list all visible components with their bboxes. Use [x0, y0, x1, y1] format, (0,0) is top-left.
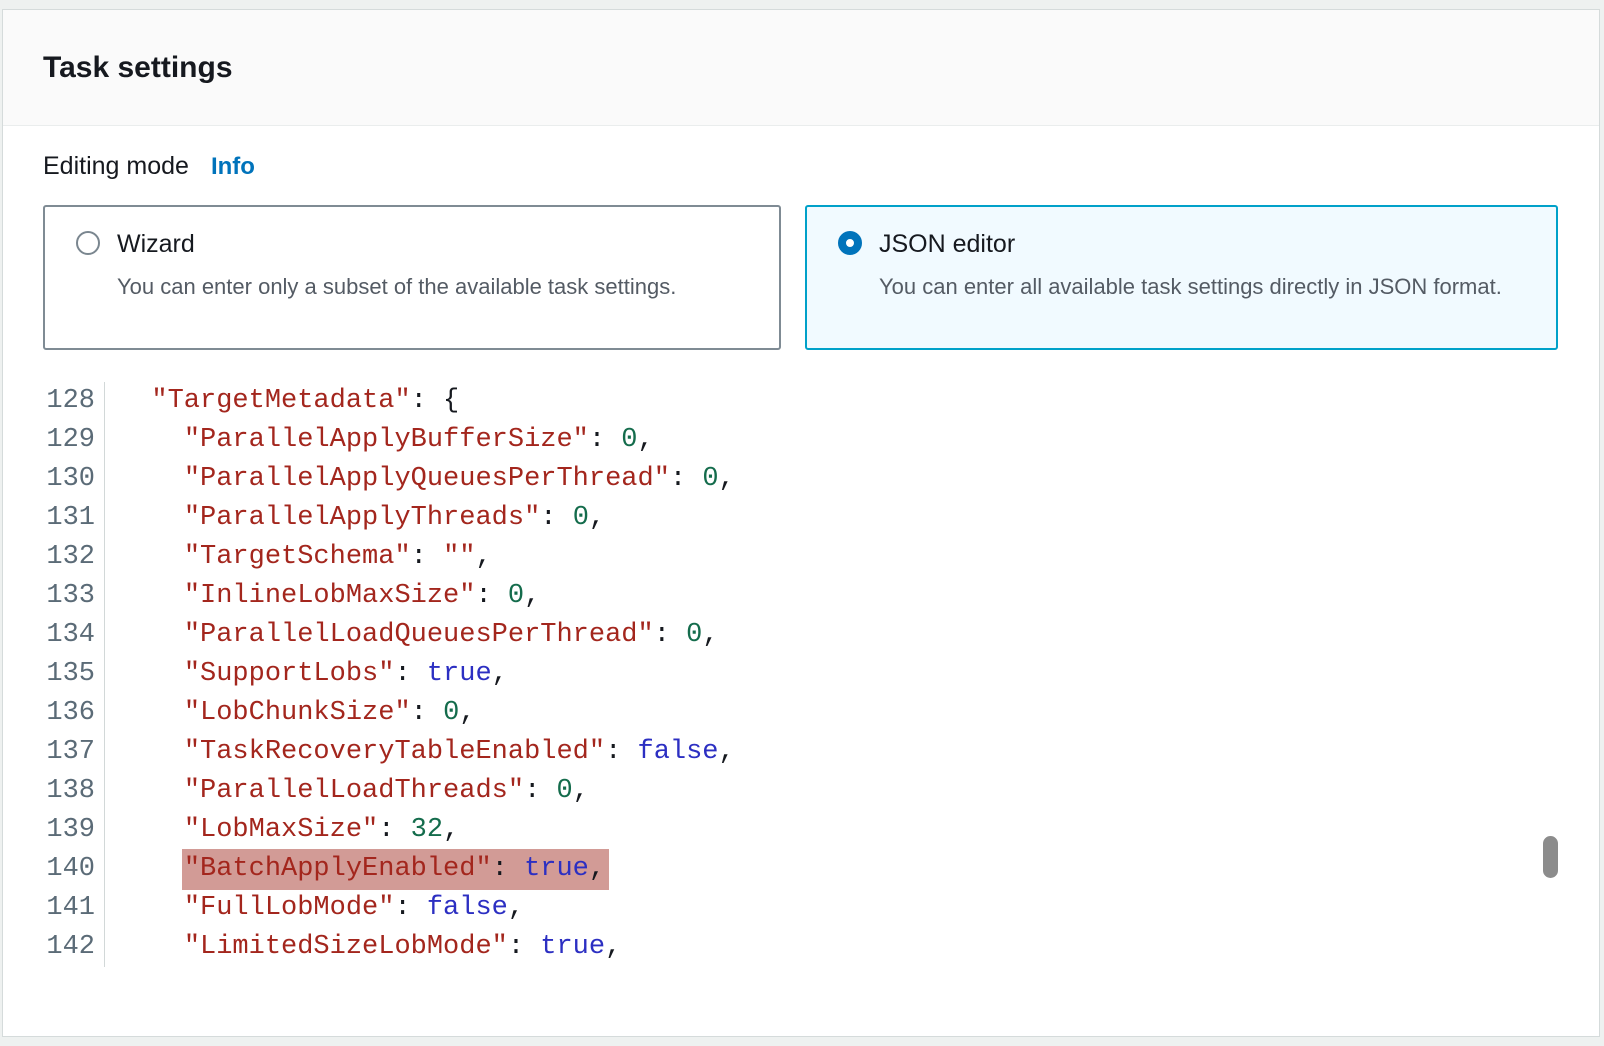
line-number: 134 [3, 616, 105, 655]
editor-line[interactable]: 135 "SupportLobs": true, [3, 655, 1563, 694]
code-text: "ParallelApplyThreads": 0, [105, 499, 605, 538]
option-description: You can enter all available task setting… [879, 268, 1504, 305]
code-text: "LobChunkSize": 0, [105, 694, 475, 733]
editor-line[interactable]: 130 "ParallelApplyQueuesPerThread": 0, [3, 460, 1563, 499]
line-number: 142 [3, 928, 105, 967]
option-label: JSON editor [879, 228, 1504, 260]
editor-line[interactable]: 140 "BatchApplyEnabled": true, [3, 850, 1563, 889]
code-text: "ParallelLoadQueuesPerThread": 0, [105, 616, 719, 655]
line-number: 131 [3, 499, 105, 538]
editor-line[interactable]: 138 "ParallelLoadThreads": 0, [3, 772, 1563, 811]
option-description: You can enter only a subset of the avail… [117, 268, 676, 305]
editor-line[interactable]: 129 "ParallelApplyBufferSize": 0, [3, 421, 1563, 460]
code-text: "FullLobMode": false, [105, 889, 524, 928]
editor-line[interactable]: 142 "LimitedSizeLobMode": true, [3, 928, 1563, 967]
editor-line[interactable]: 136 "LobChunkSize": 0, [3, 694, 1563, 733]
line-number: 130 [3, 460, 105, 499]
line-number: 141 [3, 889, 105, 928]
page-title: Task settings [43, 51, 233, 85]
code-text: "InlineLobMaxSize": 0, [105, 577, 540, 616]
line-number: 135 [3, 655, 105, 694]
option-tile-json-editor[interactable]: JSON editor You can enter all available … [805, 205, 1558, 350]
option-label: Wizard [117, 228, 676, 260]
editor-line[interactable]: 134 "ParallelLoadQueuesPerThread": 0, [3, 616, 1563, 655]
line-number: 132 [3, 538, 105, 577]
code-text: "ParallelApplyBufferSize": 0, [105, 421, 654, 460]
editing-mode-label: Editing mode [43, 152, 189, 181]
line-number: 129 [3, 421, 105, 460]
radio-icon[interactable] [76, 231, 100, 255]
code-text: "ParallelApplyQueuesPerThread": 0, [105, 460, 735, 499]
code-text: "TargetSchema": "", [105, 538, 492, 577]
line-number: 136 [3, 694, 105, 733]
code-text: "BatchApplyEnabled": true, [105, 850, 609, 889]
code-text: "LimitedSizeLobMode": true, [105, 928, 621, 967]
line-number: 128 [3, 382, 105, 421]
editor-line[interactable]: 128 "TargetMetadata": { [3, 382, 1563, 421]
editor-line[interactable]: 132 "TargetSchema": "", [3, 538, 1563, 577]
search-highlight: "BatchApplyEnabled": true, [182, 849, 609, 890]
info-link[interactable]: Info [211, 153, 255, 181]
editor-line[interactable]: 141 "FullLobMode": false, [3, 889, 1563, 928]
panel-header: Task settings [3, 10, 1599, 126]
panel-content: Editing mode Info Wizard You can enter o… [3, 126, 1599, 1035]
editor-line[interactable]: 131 "ParallelApplyThreads": 0, [3, 499, 1563, 538]
line-number: 139 [3, 811, 105, 850]
line-number: 137 [3, 733, 105, 772]
line-number: 140 [3, 850, 105, 889]
option-tile-wizard[interactable]: Wizard You can enter only a subset of th… [43, 205, 781, 350]
code-editor[interactable]: 128 "TargetMetadata": {129 "ParallelAppl… [3, 382, 1563, 967]
line-number: 138 [3, 772, 105, 811]
editing-mode-tiles: Wizard You can enter only a subset of th… [43, 205, 1558, 350]
scrollbar-thumb[interactable] [1543, 836, 1558, 878]
radio-icon[interactable] [838, 231, 862, 255]
task-settings-panel: Task settings Editing mode Info Wizard Y… [2, 9, 1600, 1037]
code-text: "ParallelLoadThreads": 0, [105, 772, 589, 811]
editor-line[interactable]: 133 "InlineLobMaxSize": 0, [3, 577, 1563, 616]
code-text: "LobMaxSize": 32, [105, 811, 459, 850]
editing-mode-row: Editing mode Info [43, 152, 255, 181]
code-text: "TaskRecoveryTableEnabled": false, [105, 733, 735, 772]
code-lines: 128 "TargetMetadata": {129 "ParallelAppl… [3, 382, 1563, 967]
line-number: 133 [3, 577, 105, 616]
editor-line[interactable]: 139 "LobMaxSize": 32, [3, 811, 1563, 850]
page: { "panel": { "title": "Task settings" },… [0, 0, 1604, 1046]
code-text: "SupportLobs": true, [105, 655, 508, 694]
code-text: "TargetMetadata": { [105, 382, 459, 421]
editor-line[interactable]: 137 "TaskRecoveryTableEnabled": false, [3, 733, 1563, 772]
